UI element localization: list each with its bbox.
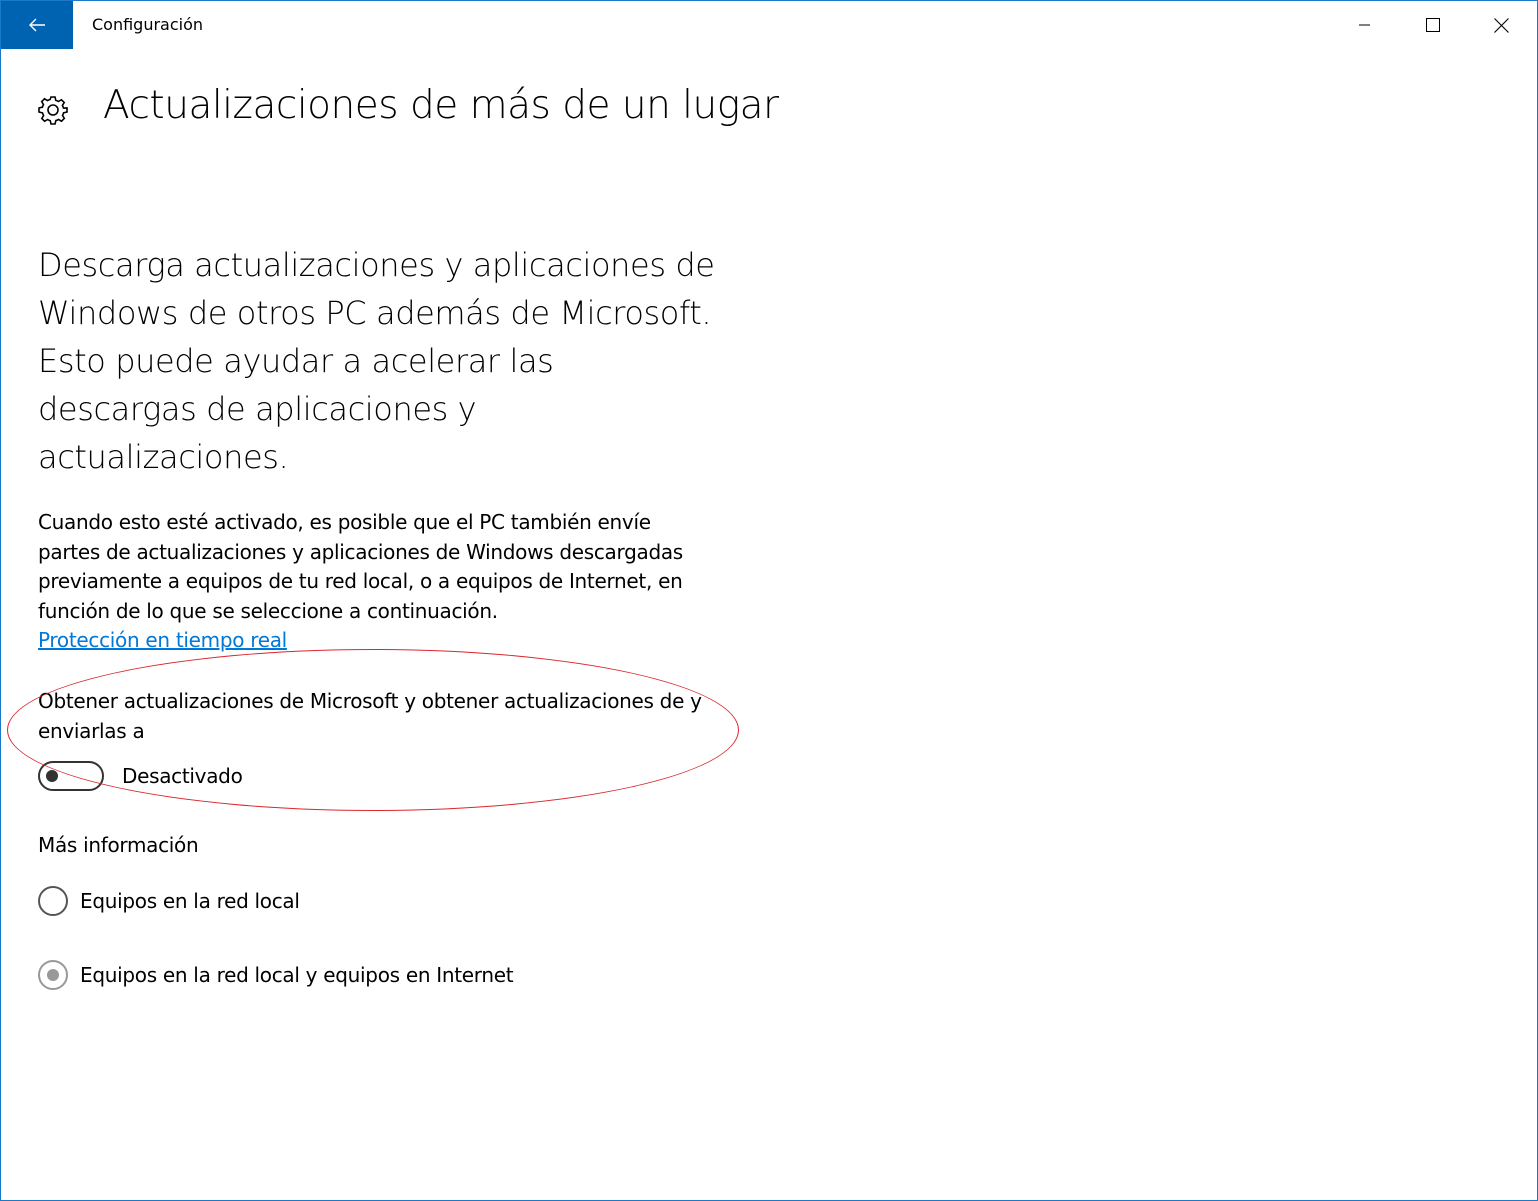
settings-window: Configuración Actualizaciones de más de … xyxy=(0,0,1538,1201)
close-icon xyxy=(1493,17,1509,33)
radio-label: Equipos en la red local xyxy=(80,889,300,913)
description-text: Cuando esto esté activado, es posible qu… xyxy=(38,510,683,623)
app-title: Configuración xyxy=(92,15,204,34)
toggle-label: Obtener actualizaciones de Microsoft y o… xyxy=(38,689,702,743)
radio-dot xyxy=(47,969,59,981)
page-title: Actualizaciones de más de un lugar xyxy=(103,83,779,128)
maximize-icon xyxy=(1426,18,1440,32)
toggle-knob xyxy=(46,770,58,782)
minimize-button[interactable] xyxy=(1331,1,1399,49)
radio-option-local-and-internet[interactable]: Equipos en la red local y equipos en Int… xyxy=(38,959,514,991)
real-time-protection-link[interactable]: Protección en tiempo real xyxy=(38,626,287,656)
title-bar: Configuración xyxy=(1,1,1537,49)
radio-button-checked[interactable] xyxy=(38,960,68,990)
gear-icon xyxy=(38,96,68,125)
minimize-icon xyxy=(1359,24,1370,26)
maximize-button[interactable] xyxy=(1399,1,1467,49)
radio-label: Equipos en la red local y equipos en Int… xyxy=(80,963,514,987)
radio-option-local-network[interactable]: Equipos en la red local xyxy=(38,885,300,917)
delivery-optimization-toggle[interactable] xyxy=(38,761,104,791)
more-info-label: Más información xyxy=(38,833,199,857)
toggle-state-label: Desactivado xyxy=(122,764,243,788)
back-arrow-icon xyxy=(29,18,45,32)
intro-text: Descarga actualizaciones y aplicaciones … xyxy=(38,246,715,476)
radio-button-unchecked[interactable] xyxy=(38,886,68,916)
close-button[interactable] xyxy=(1467,1,1535,49)
back-button[interactable] xyxy=(1,1,73,49)
